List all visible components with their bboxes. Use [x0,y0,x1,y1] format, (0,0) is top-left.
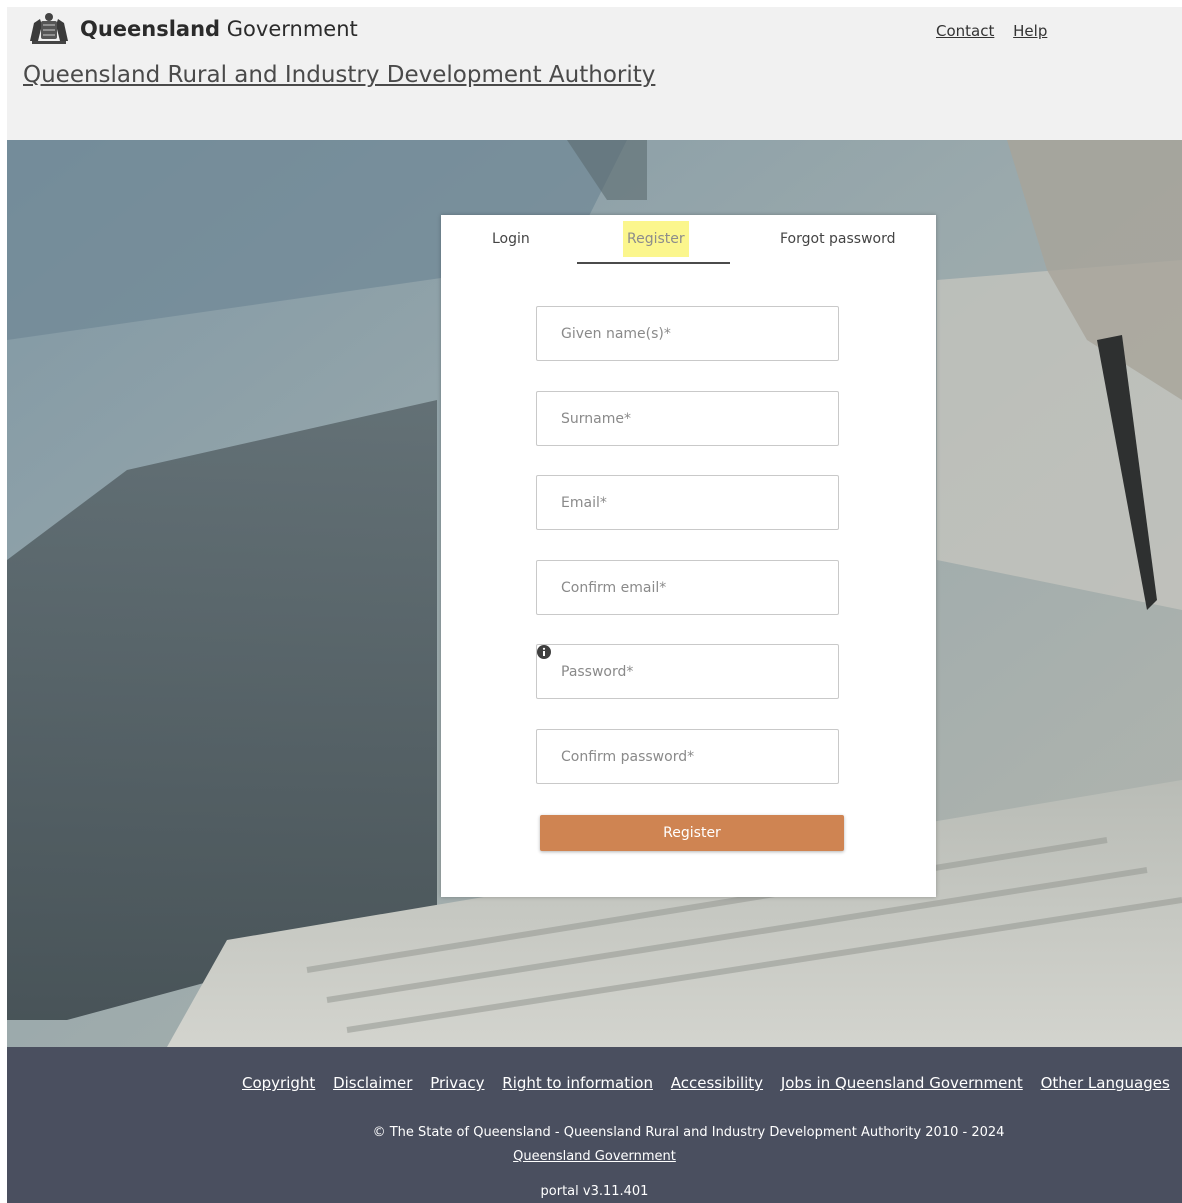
copyright-text: © The State of Queensland - Queensland R… [372,1125,1005,1140]
help-link[interactable]: Help [1013,22,1047,40]
qld-government-footer-link-wrap: Queensland Government [7,1149,1182,1164]
footer-links: Copyright Disclaimer Privacy Right to in… [242,1074,1182,1092]
email-field [536,475,839,530]
top-utility-links: Contact Help [936,22,1061,40]
portal-version: portal v3.11.401 [540,1184,649,1199]
footer-link-jobs[interactable]: Jobs in Queensland Government [781,1074,1023,1092]
coat-of-arms-icon [30,13,68,44]
surname-field [536,391,839,446]
hero-background: Login Register Forgot password Given nam… [7,140,1182,1047]
footer-link-disclaimer[interactable]: Disclaimer [333,1074,412,1092]
confirm-email-input[interactable] [561,561,821,614]
info-icon[interactable] [537,645,551,659]
password-field [536,644,839,699]
agency-home-link[interactable]: Queensland Rural and Industry Developmen… [23,62,655,88]
contact-link[interactable]: Contact [936,22,994,40]
footer-link-accessibility[interactable]: Accessibility [671,1074,763,1092]
logo-bold-text: Queensland [80,17,221,41]
footer-link-other-languages[interactable]: Other Languages [1041,1074,1170,1092]
tab-login[interactable]: Login [492,231,530,247]
registration-card: Login Register Forgot password Given nam… [441,215,936,897]
logo-regular-text: Government [226,17,358,41]
tab-register[interactable]: Register [623,221,689,257]
qld-government-footer-link[interactable]: Queensland Government [513,1149,676,1164]
confirm-email-field [536,560,839,615]
confirm-password-input[interactable] [561,730,821,783]
site-footer: Copyright Disclaimer Privacy Right to in… [7,1047,1182,1203]
active-tab-indicator [577,262,730,264]
footer-link-copyright[interactable]: Copyright [242,1074,315,1092]
site-header: Queensland Government Queensland Rural a… [7,7,1182,140]
given-name-input[interactable] [561,307,821,360]
confirm-password-field [536,729,839,784]
email-input[interactable] [561,476,821,529]
register-button[interactable]: Register [540,815,844,851]
qld-government-logo[interactable]: Queensland Government [24,11,358,45]
password-input[interactable] [561,645,821,698]
footer-link-privacy[interactable]: Privacy [430,1074,484,1092]
page: Queensland Government Queensland Rural a… [7,7,1182,1203]
surname-input[interactable] [561,392,821,445]
footer-link-right-to-information[interactable]: Right to information [502,1074,653,1092]
given-name-field [536,306,839,361]
tab-forgot-password[interactable]: Forgot password [780,231,896,247]
